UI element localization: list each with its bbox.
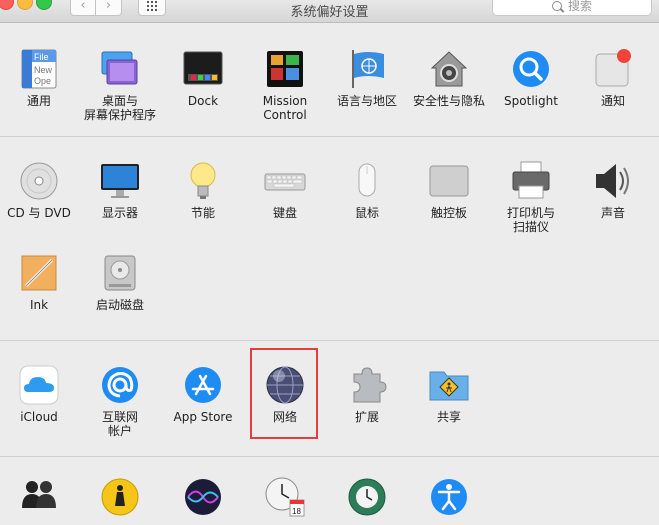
- pref-label: 节能: [190, 206, 215, 220]
- pref-label: Mission Control: [262, 94, 308, 122]
- svg-text:File: File: [34, 52, 49, 62]
- dock-icon: [182, 48, 224, 90]
- display-icon: [99, 160, 141, 202]
- pref-sound[interactable]: 声音: [572, 160, 654, 220]
- pref-label: 触控板: [430, 206, 467, 220]
- mission-control-icon: [264, 48, 306, 90]
- pref-label: 扩展: [354, 410, 379, 424]
- users-silhouette-icon: [18, 476, 60, 518]
- startup-disk-icon: [99, 252, 141, 294]
- pref-security-privacy[interactable]: 安全性与隐私: [408, 48, 490, 108]
- pref-extensions[interactable]: 扩展: [326, 364, 408, 424]
- pref-label: Spotlight: [504, 94, 558, 108]
- pref-label: 桌面与 屏幕保护程序: [83, 94, 156, 122]
- pref-label: 互联网 帐户: [101, 410, 138, 438]
- icloud-icon: [18, 364, 60, 406]
- pref-trackpad[interactable]: 触控板: [408, 160, 490, 220]
- spotlight-icon: [510, 48, 552, 90]
- pref-label: 启动磁盘: [95, 298, 144, 312]
- pref-label: 共享: [436, 410, 461, 424]
- speaker-icon: [592, 160, 634, 202]
- pref-general[interactable]: File New Ope 通用: [0, 48, 80, 108]
- pref-keyboard[interactable]: 键盘: [244, 160, 326, 220]
- pref-label: 显示器: [101, 206, 138, 220]
- pref-mouse[interactable]: 鼠标: [326, 160, 408, 220]
- pref-notifications[interactable]: 通知: [572, 48, 654, 108]
- window-toolbar: ‹ › 系统偏好设置 搜索: [0, 0, 659, 23]
- network-highlight-box: [250, 348, 318, 439]
- pref-label: 键盘: [272, 206, 297, 220]
- search-icon: [551, 1, 562, 11]
- pref-label: 声音: [600, 206, 625, 220]
- pref-desktop-screensaver[interactable]: 桌面与 屏幕保护程序: [79, 48, 161, 122]
- pref-accessibility[interactable]: [408, 476, 490, 518]
- date-time-clock-icon: 18: [264, 476, 306, 518]
- keyboard-icon: [264, 160, 306, 202]
- pref-date-time[interactable]: 18: [244, 476, 326, 518]
- pref-label: CD 与 DVD: [7, 206, 71, 220]
- app-store-icon: [182, 364, 224, 406]
- pref-printers-scanners[interactable]: 打印机与 扫描仪: [490, 160, 572, 234]
- time-machine-icon: [346, 476, 388, 518]
- pref-dock[interactable]: Dock: [162, 48, 244, 108]
- cd-dvd-icon: [18, 160, 60, 202]
- pref-language-region[interactable]: 语言与地区: [326, 48, 408, 108]
- svg-text:New: New: [34, 65, 53, 75]
- pref-label: 通知: [600, 94, 625, 108]
- sharing-folder-icon: [428, 364, 470, 406]
- siri-icon: [182, 476, 224, 518]
- pref-spotlight[interactable]: Spotlight: [490, 48, 572, 108]
- pref-label: Dock: [187, 94, 219, 108]
- search-placeholder: 搜索: [567, 0, 592, 13]
- security-house-icon: [428, 48, 470, 90]
- accessibility-icon: [428, 476, 470, 518]
- printer-icon: [510, 160, 552, 202]
- pref-sharing[interactable]: 共享: [408, 364, 490, 424]
- pref-users-groups[interactable]: [0, 476, 80, 518]
- pref-displays[interactable]: 显示器: [79, 160, 161, 220]
- pref-cd-dvd[interactable]: CD 与 DVD: [0, 160, 80, 220]
- section-divider: [0, 456, 659, 457]
- pref-startup-disk[interactable]: 启动磁盘: [79, 252, 161, 312]
- pref-app-store[interactable]: App Store: [162, 364, 244, 424]
- section-divider: [0, 340, 659, 341]
- pref-label: 鼠标: [354, 206, 379, 220]
- pref-siri[interactable]: [162, 476, 244, 518]
- pref-label: 打印机与 扫描仪: [506, 206, 555, 234]
- parental-controls-icon: [99, 476, 141, 518]
- mouse-icon: [346, 160, 388, 202]
- pref-mission-control[interactable]: Mission Control: [244, 48, 326, 122]
- language-region-icon: [346, 48, 388, 90]
- desktop-screensaver-icon: [99, 48, 141, 90]
- section-divider: [0, 136, 659, 137]
- trackpad-icon: [428, 160, 470, 202]
- lightbulb-icon: [182, 160, 224, 202]
- svg-text:18: 18: [292, 507, 301, 516]
- extensions-puzzle-icon: [346, 364, 388, 406]
- svg-text:Ope: Ope: [34, 76, 51, 86]
- notifications-icon: [592, 48, 634, 90]
- pref-parental-controls[interactable]: [79, 476, 161, 518]
- pref-icloud[interactable]: iCloud: [0, 364, 80, 424]
- pref-internet-accounts[interactable]: 互联网 帐户: [79, 364, 161, 438]
- pref-energy-saver[interactable]: 节能: [162, 160, 244, 220]
- ink-pen-icon: [18, 252, 60, 294]
- pref-time-machine[interactable]: [326, 476, 408, 518]
- pref-label: App Store: [173, 410, 233, 424]
- search-field[interactable]: 搜索: [492, 0, 652, 16]
- pref-label: 通用: [26, 94, 51, 108]
- general-file-icon: File New Ope: [18, 48, 60, 90]
- pref-label: Ink: [29, 298, 49, 312]
- pref-label: 安全性与隐私: [412, 94, 485, 108]
- pref-ink[interactable]: Ink: [0, 252, 80, 312]
- pref-label: iCloud: [20, 410, 58, 424]
- pref-label: 语言与地区: [336, 94, 397, 108]
- internet-accounts-icon: [99, 364, 141, 406]
